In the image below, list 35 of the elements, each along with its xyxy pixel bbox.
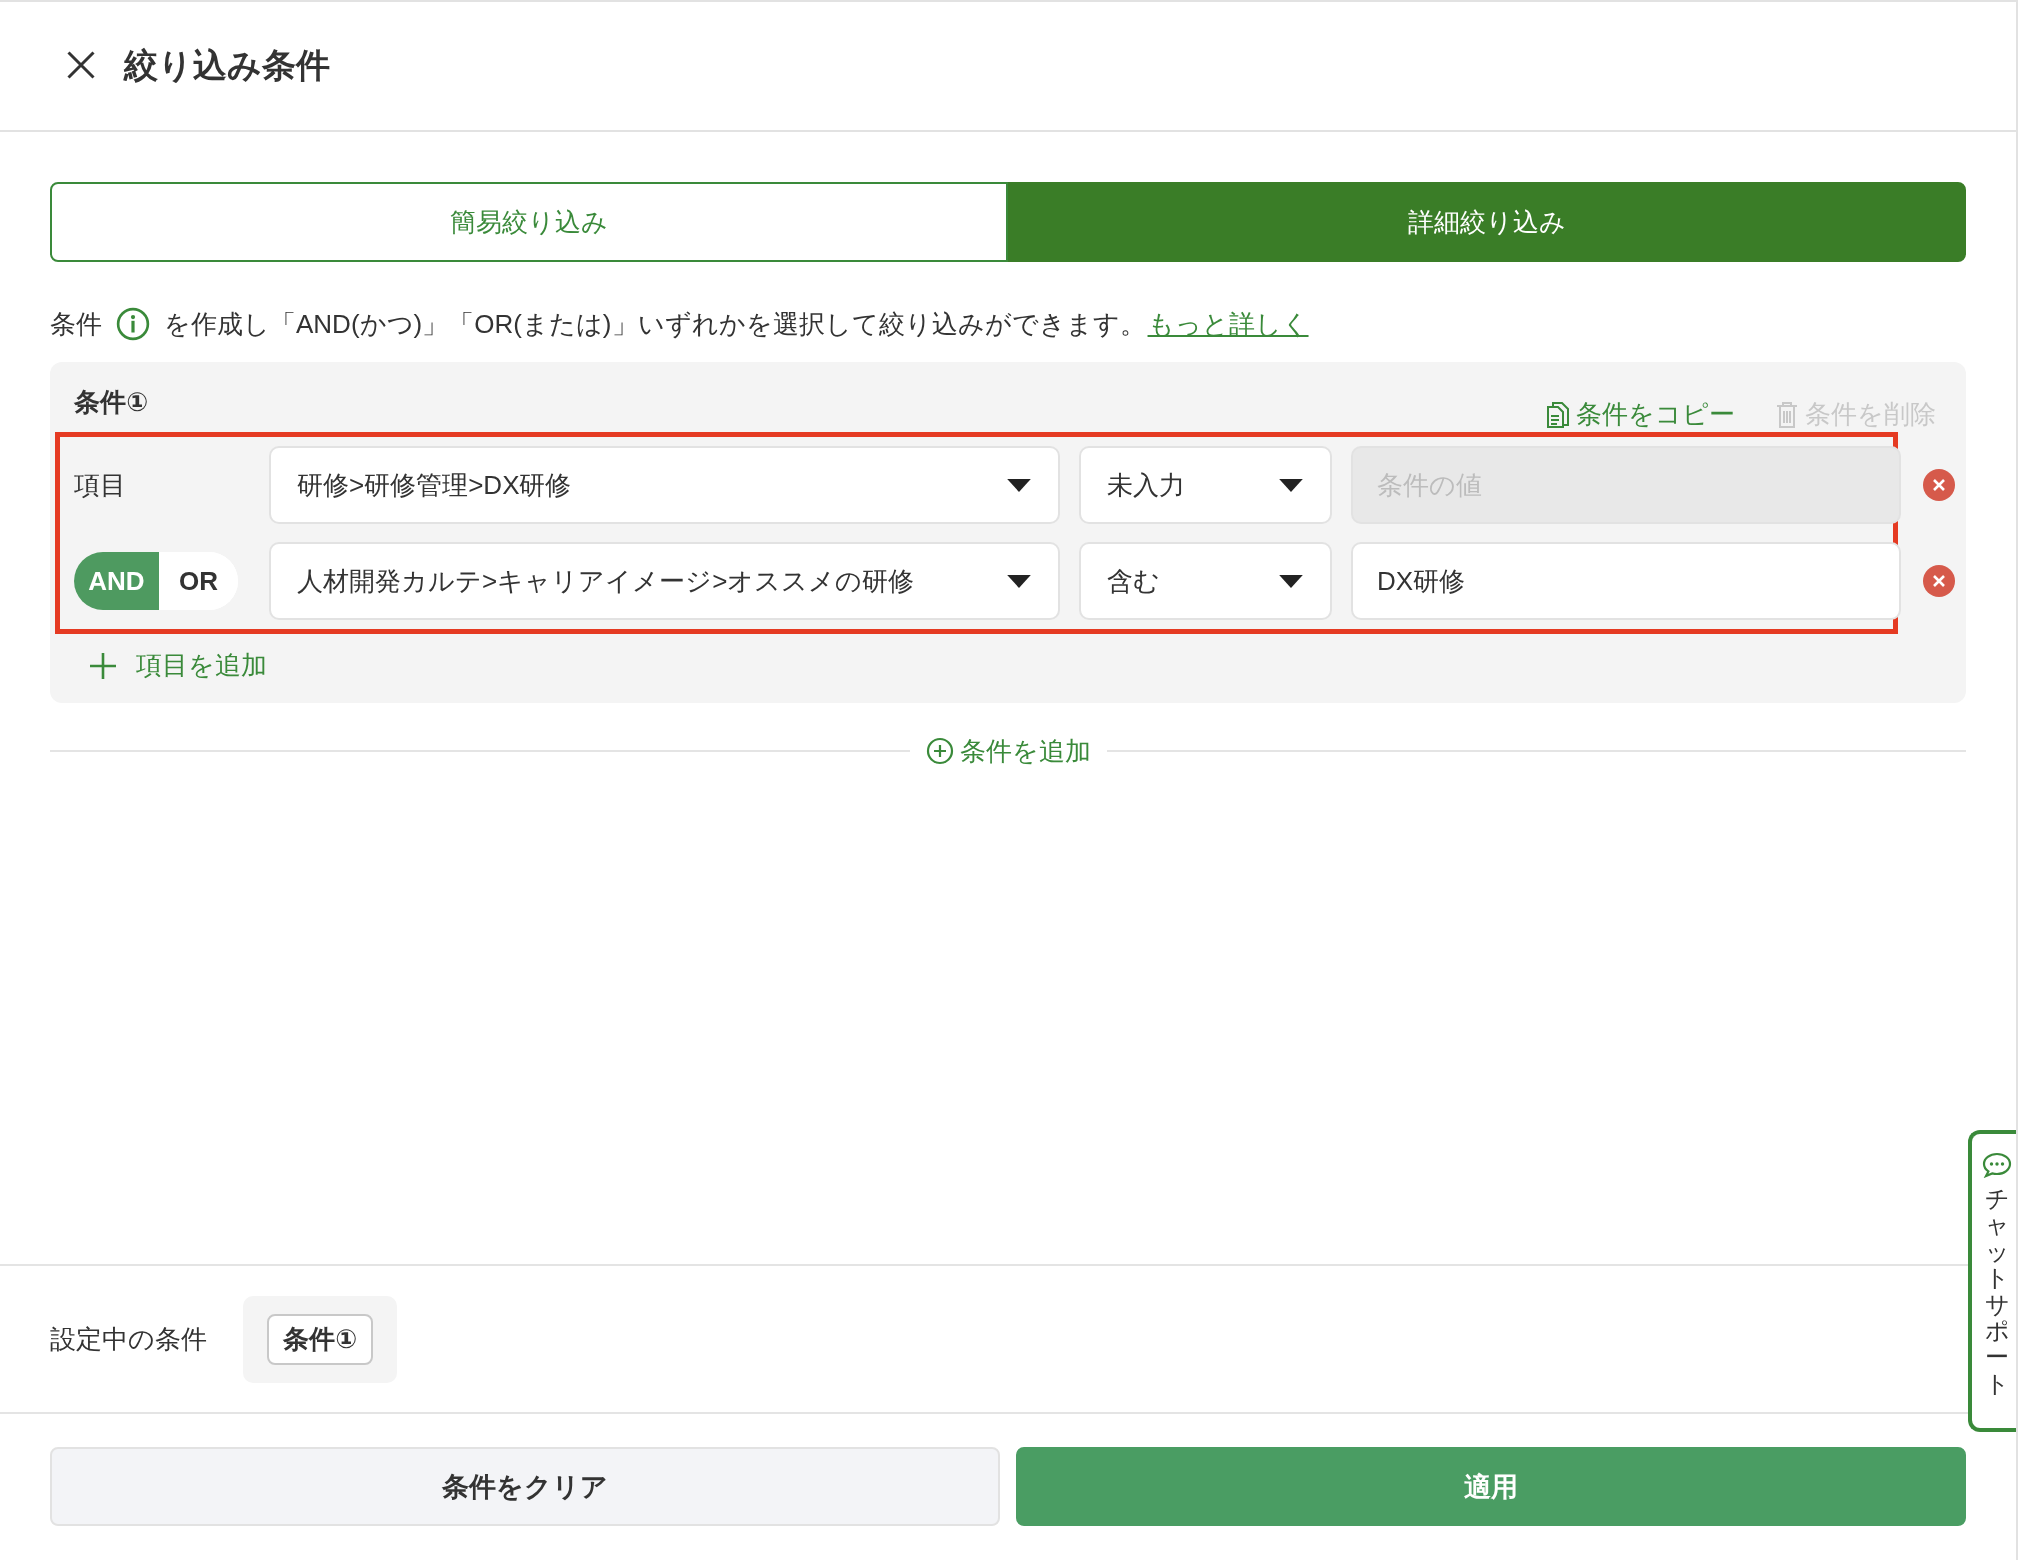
copy-condition-button[interactable]: 条件をコピー — [1546, 397, 1735, 432]
plus-icon — [88, 650, 118, 681]
description-text: を作成し「AND(かつ)」「OR(または)」いずれかを選択して絞り込みができます。 — [164, 307, 1146, 341]
add-condition-button[interactable]: 条件を追加 — [909, 733, 1107, 769]
clear-button[interactable]: 条件をクリア — [50, 1447, 1000, 1526]
tab[interactable]: 簡易絞り込み — [50, 182, 1008, 262]
plus-circle-icon — [925, 737, 954, 765]
active-conditions-label: 設定中の条件 — [50, 1322, 207, 1356]
field-dropdown[interactable]: 人材開発カルテ>キャリアイメージ>オススメの研修 — [269, 542, 1060, 620]
remove-icon — [1923, 469, 1955, 501]
chat-bubble-icon — [1982, 1152, 2012, 1178]
condition-title: 条件① — [74, 386, 148, 419]
caret-icon — [1006, 573, 1032, 589]
close-icon — [66, 50, 96, 80]
add-item-button[interactable]: 項目を追加 — [88, 648, 267, 683]
trash-icon — [1775, 400, 1799, 429]
remove-icon — [1923, 565, 1955, 597]
field-dropdown[interactable]: 研修>研修管理>DX研修 — [269, 446, 1060, 524]
operator-dropdown[interactable]: 未入力 — [1079, 446, 1332, 524]
operator-dropdown[interactable]: 含む — [1079, 542, 1332, 620]
value-field[interactable]: DX研修 — [1351, 542, 1901, 620]
row-label: 項目 — [74, 468, 126, 502]
caret-icon — [1278, 573, 1304, 589]
caret-icon — [1278, 477, 1304, 493]
chat-support-tab[interactable]: チャットサポート — [1968, 1130, 2016, 1432]
remove-row-button[interactable] — [1923, 469, 1955, 501]
condition-chip[interactable]: 条件① — [267, 1313, 373, 1365]
remove-row-button[interactable] — [1923, 565, 1955, 597]
dialog-title: 絞り込み条件 — [124, 45, 330, 86]
description-text: 条件 — [50, 307, 102, 341]
caret-icon — [1006, 477, 1032, 493]
tab[interactable]: 詳細絞り込み — [1008, 182, 1966, 262]
copy-icon — [1546, 400, 1570, 429]
info-icon[interactable] — [116, 307, 150, 341]
learn-more-link[interactable]: もっと詳しく — [1147, 306, 1309, 342]
